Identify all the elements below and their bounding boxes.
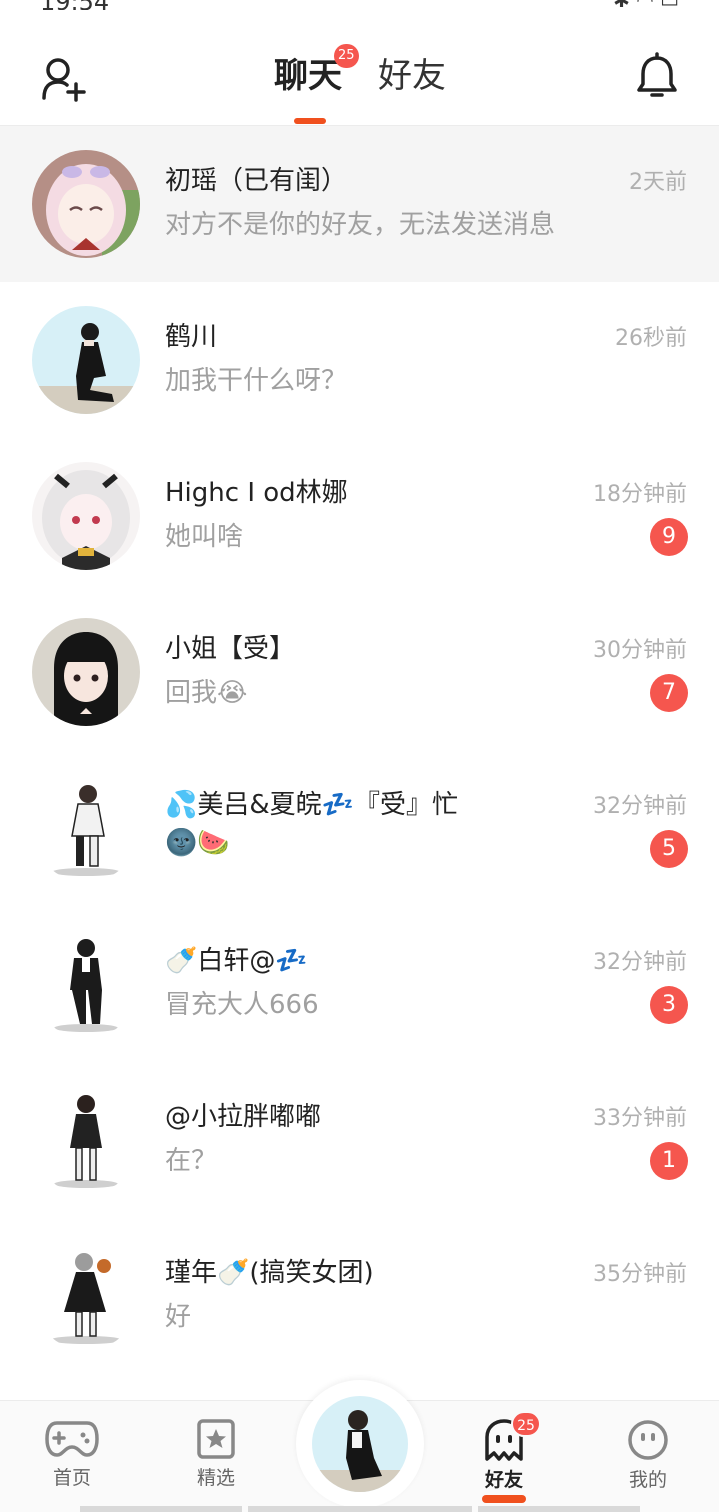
status-bar: 19:54 ✱ ◠ ▭ <box>0 0 719 10</box>
conversation-row[interactable]: 小姐【受】 回我😭 30分钟前 7 <box>0 594 719 750</box>
active-tab-indicator <box>294 118 326 124</box>
avatar[interactable] <box>32 1086 140 1194</box>
contact-name: 瑾年🍼(搞笑女团) <box>165 1258 374 1288</box>
last-message: 🌚🍉 <box>165 828 230 858</box>
conversation-row[interactable]: 初瑶（已有闺） 对方不是你的好友，无法发送消息 2天前 <box>0 126 719 282</box>
contact-name: 初瑶（已有闺） <box>165 166 348 196</box>
last-message: 加我干什么呀？ <box>165 366 348 396</box>
message-time: 33分钟前 <box>593 1106 687 1131</box>
contact-name: 鹤川 <box>165 322 218 352</box>
last-message: 在？ <box>165 1146 218 1176</box>
nav-home[interactable]: 首页 <box>22 1419 122 1503</box>
contact-name: 💦美吕&夏皖💤『受』忙 <box>165 790 459 820</box>
unread-badge: 9 <box>650 518 688 556</box>
contact-name: 小姐【受】 <box>165 634 296 664</box>
nav-home-label: 首页 <box>52 1467 91 1489</box>
home-indicator <box>478 1506 640 1512</box>
message-time: 2天前 <box>629 170 687 195</box>
nav-featured[interactable]: 精选 <box>166 1419 266 1503</box>
gamepad-icon <box>45 1421 99 1457</box>
home-indicator <box>80 1506 242 1512</box>
status-time: 19:54 <box>40 0 109 10</box>
face-icon <box>628 1420 668 1460</box>
home-indicator <box>248 1506 472 1512</box>
message-time: 18分钟前 <box>593 482 687 507</box>
chat-unread-badge: 25 <box>334 44 359 68</box>
message-time: 26秒前 <box>615 326 687 351</box>
tab-friends[interactable]: 好友 <box>378 54 446 98</box>
unread-badge: 5 <box>650 830 688 868</box>
star-bookmark-icon <box>197 1419 235 1459</box>
bell-icon[interactable] <box>635 52 679 102</box>
header: 聊天 25 好友 <box>0 10 719 126</box>
contact-name: @小拉胖嘟嘟 <box>165 1102 322 1132</box>
conversation-row[interactable]: 🍼白轩@💤 冒充大人666 32分钟前 3 <box>0 906 719 1062</box>
friends-badge: 25 <box>511 1411 541 1437</box>
nav-me[interactable]: 我的 <box>598 1419 698 1503</box>
active-nav-indicator <box>482 1495 526 1503</box>
conversation-row[interactable]: @小拉胖嘟嘟 在？ 33分钟前 1 <box>0 1062 719 1218</box>
message-time: 32分钟前 <box>593 950 687 975</box>
message-time: 30分钟前 <box>593 638 687 663</box>
unread-badge: 3 <box>650 986 688 1024</box>
avatar[interactable] <box>32 306 140 414</box>
conversation-row[interactable]: 💦美吕&夏皖💤『受』忙 🌚🍉 32分钟前 5 <box>0 750 719 906</box>
contact-name: Highc I od林娜 <box>165 478 348 508</box>
avatar[interactable] <box>32 618 140 726</box>
unread-badge: 1 <box>650 1142 688 1180</box>
tab-chat[interactable]: 聊天 <box>274 54 342 98</box>
last-message: 好 <box>165 1302 192 1332</box>
center-avatar[interactable] <box>312 1396 408 1492</box>
last-message: 她叫啥 <box>165 522 244 552</box>
nav-me-label: 我的 <box>628 1469 667 1491</box>
last-message: 回我😭 <box>165 678 248 708</box>
conversation-row[interactable]: 瑾年🍼(搞笑女团) 好 35分钟前 <box>0 1218 719 1374</box>
last-message: 对方不是你的好友，无法发送消息 <box>165 210 556 240</box>
conversation-list[interactable]: 初瑶（已有闺） 对方不是你的好友，无法发送消息 2天前 鹤川 加我干什么呀？ 2… <box>0 126 719 1400</box>
avatar[interactable] <box>32 150 140 258</box>
conversation-row[interactable]: Highc I od林娜 她叫啥 18分钟前 9 <box>0 438 719 594</box>
avatar[interactable] <box>32 1242 140 1350</box>
message-time: 32分钟前 <box>593 794 687 819</box>
avatar[interactable] <box>32 462 140 570</box>
last-message: 冒充大人666 <box>165 990 319 1020</box>
avatar[interactable] <box>32 774 140 882</box>
add-user-icon[interactable] <box>40 54 88 102</box>
conversation-row[interactable]: 鹤川 加我干什么呀？ 26秒前 <box>0 282 719 438</box>
avatar[interactable] <box>32 930 140 1038</box>
unread-badge: 7 <box>650 674 688 712</box>
status-icons: ✱ ◠ ▭ <box>613 0 679 10</box>
message-time: 35分钟前 <box>593 1262 687 1287</box>
nav-featured-label: 精选 <box>196 1467 235 1489</box>
nav-friends[interactable]: 25 好友 <box>454 1411 554 1503</box>
nav-friends-label: 好友 <box>484 1469 523 1491</box>
contact-name: 🍼白轩@💤 <box>165 946 308 976</box>
